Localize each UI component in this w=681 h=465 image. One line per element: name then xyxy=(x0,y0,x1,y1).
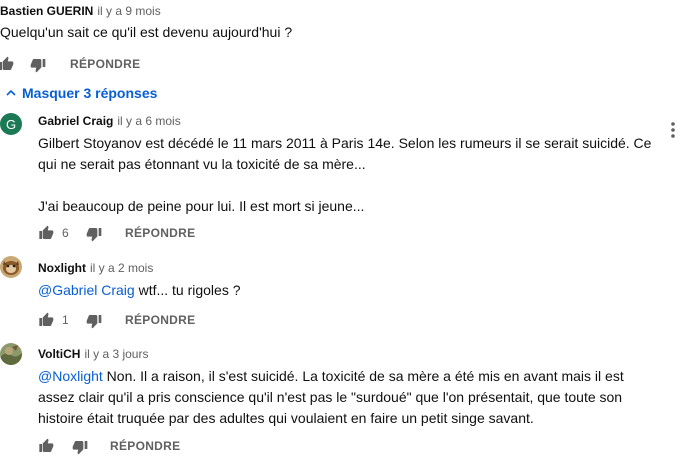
thumbs-up-icon[interactable] xyxy=(38,225,54,241)
comment-time[interactable]: il y a 9 mois xyxy=(97,4,160,18)
reply-button[interactable]: RÉPONDRE xyxy=(125,313,195,327)
mention-link[interactable]: @Gabriel Craig xyxy=(38,282,135,298)
comment-author[interactable]: Noxlight xyxy=(38,261,86,275)
thumbs-up-icon[interactable] xyxy=(38,312,54,328)
avatar[interactable] xyxy=(0,256,22,278)
reply-button[interactable]: RÉPONDRE xyxy=(70,57,140,71)
like-count: 1 xyxy=(62,313,69,327)
avatar[interactable]: G xyxy=(0,113,22,135)
comment-author[interactable]: Gabriel Craig xyxy=(38,114,113,128)
comment-line: Gilbert Stoyanov est décédé le 11 mars 2… xyxy=(38,135,652,151)
comment-actions: 1 RÉPONDRE xyxy=(38,310,338,330)
top-comment-header: Bastien GUERIN il y a 9 mois xyxy=(0,2,161,20)
comment-line: J'ai beaucoup de peine pour lui. Il est … xyxy=(38,198,365,214)
more-vert-icon[interactable] xyxy=(670,121,676,139)
comment-actions: 6 RÉPONDRE xyxy=(38,223,338,243)
thumbs-up-icon[interactable] xyxy=(0,56,14,72)
thumbs-down-icon[interactable] xyxy=(30,57,46,73)
like-count: 6 xyxy=(62,226,69,240)
thumbs-down-icon[interactable] xyxy=(72,439,88,455)
comment-line: qui ne serait pas étonnant vu la toxicit… xyxy=(38,156,366,172)
comment-text: Gilbert Stoyanov est décédé le 11 mars 2… xyxy=(38,133,651,217)
reply-header: VoltiCH il y a 3 jours xyxy=(38,345,148,363)
comment-body: Non. Il a raison, il s'est suicidé. La t… xyxy=(102,368,624,384)
comment-time[interactable]: il y a 3 jours xyxy=(84,347,148,361)
reply-header: Noxlight il y a 2 mois xyxy=(38,259,153,277)
comment-author[interactable]: VoltiCH xyxy=(38,347,80,361)
reply-button[interactable]: RÉPONDRE xyxy=(125,226,195,240)
comment-actions: RÉPONDRE xyxy=(38,436,338,456)
comment-author[interactable]: Bastien GUERIN xyxy=(0,4,93,18)
chevron-up-icon xyxy=(6,89,16,97)
comment-actions: RÉPONDRE xyxy=(0,54,681,74)
comment-line: histoire était truquée par des adultes q… xyxy=(38,410,534,426)
thumbs-up-icon[interactable] xyxy=(38,438,54,454)
thumbs-down-icon[interactable] xyxy=(86,226,102,242)
comment-body: wtf... tu rigoles ? xyxy=(134,282,241,298)
comment-line: assez clair qu'il a pris conscience qu'i… xyxy=(38,389,623,405)
comment-text: Quelqu'un sait ce qu'il est devenu aujou… xyxy=(0,24,293,40)
mention-link[interactable]: @Noxlight xyxy=(38,368,103,384)
comment-text: @Gabriel Craig wtf... tu rigoles ? xyxy=(38,280,241,301)
reply-button[interactable]: RÉPONDRE xyxy=(110,439,180,453)
comment-line: @Noxlight Non. Il a raison, il s'est sui… xyxy=(38,366,624,387)
reply-header: Gabriel Craig il y a 6 mois xyxy=(38,112,181,130)
hide-replies-label: Masquer 3 réponses xyxy=(22,85,158,101)
comment-text: @Noxlight Non. Il a raison, il s'est sui… xyxy=(38,366,624,429)
avatar[interactable] xyxy=(0,343,22,365)
hide-replies-toggle[interactable]: Masquer 3 réponses xyxy=(6,83,157,103)
comment-time[interactable]: il y a 6 mois xyxy=(117,114,180,128)
comment-time[interactable]: il y a 2 mois xyxy=(90,261,153,275)
thumbs-down-icon[interactable] xyxy=(86,313,102,329)
